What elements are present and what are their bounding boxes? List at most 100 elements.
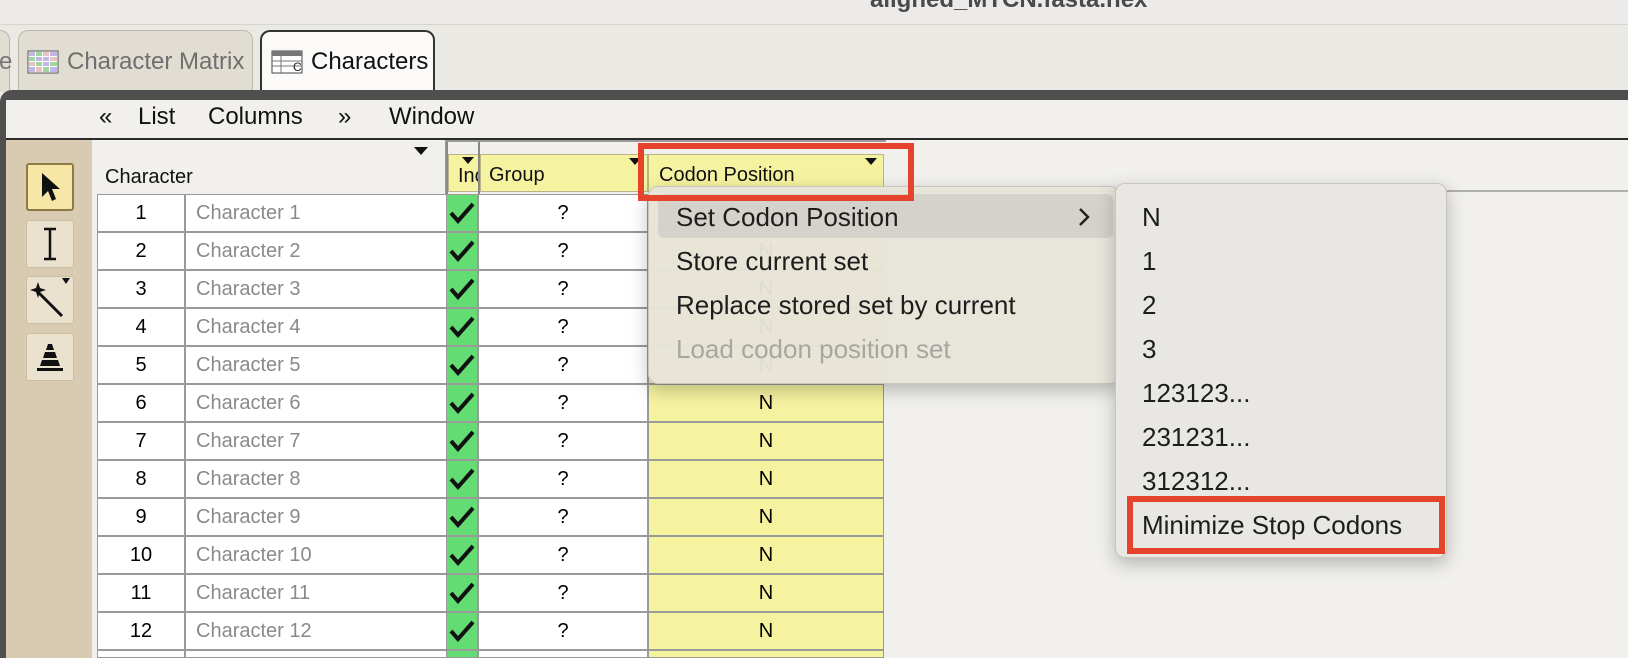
row-number[interactable]: 6 <box>97 384 185 422</box>
menu-next-arrow[interactable]: » <box>338 103 351 131</box>
included-checkbox[interactable] <box>446 498 478 536</box>
menu-item-replace-stored-set[interactable]: Replace stored set by current <box>676 290 1016 321</box>
included-checkbox[interactable] <box>446 574 478 612</box>
submenu-item-312312[interactable]: 312312... <box>1142 466 1250 497</box>
group-cell[interactable]: ? <box>478 422 648 460</box>
row-number[interactable]: 8 <box>97 460 185 498</box>
group-cell[interactable]: ? <box>478 194 648 232</box>
checkmark-icon <box>449 468 475 491</box>
row-number[interactable]: 11 <box>97 574 185 612</box>
group-cell[interactable]: ? <box>478 384 648 422</box>
dropdown-arrow-icon <box>462 157 474 164</box>
checkmark-icon <box>449 506 475 529</box>
checkmark-icon <box>449 544 475 567</box>
dropdown-arrow-icon <box>414 147 428 155</box>
included-checkbox[interactable] <box>446 308 478 346</box>
menu-prev-arrow[interactable]: « <box>99 103 112 131</box>
character-name-cell[interactable]: Character 10 <box>185 536 447 574</box>
character-name-cell[interactable]: Character 3 <box>185 270 447 308</box>
codon-position-cell[interactable]: N <box>648 574 884 612</box>
checkmark-icon <box>449 202 475 225</box>
character-name-cell[interactable]: Character 5 <box>185 346 447 384</box>
included-checkbox[interactable] <box>446 384 478 422</box>
submenu-item-123123[interactable]: 123123... <box>1142 378 1250 409</box>
tool-palette <box>6 140 92 658</box>
group-cell[interactable]: ? <box>478 460 648 498</box>
submenu-item-2[interactable]: 2 <box>1142 290 1156 321</box>
character-name-cell[interactable]: Character 1 <box>185 194 447 232</box>
group-cell[interactable]: ? <box>478 232 648 270</box>
group-cell[interactable]: ? <box>478 574 648 612</box>
character-name-cell[interactable]: Character 6 <box>185 384 447 422</box>
group-column-header[interactable]: Group <box>480 154 648 192</box>
character-column-header[interactable]: Character <box>97 140 446 194</box>
codon-position-cell[interactable]: N <box>648 460 884 498</box>
included-checkbox-partial <box>446 650 478 658</box>
checkmark-icon <box>449 582 475 605</box>
row-number[interactable]: 9 <box>97 498 185 536</box>
group-cell[interactable]: ? <box>478 536 648 574</box>
menu-list[interactable]: List <box>138 103 175 131</box>
group-cell[interactable]: ? <box>478 308 648 346</box>
grid-icon <box>27 50 59 73</box>
character-name-cell[interactable]: Character 4 <box>185 308 447 346</box>
row-number[interactable]: 5 <box>97 346 185 384</box>
character-name-cell[interactable]: Character 2 <box>185 232 447 270</box>
ibeam-tool-button[interactable] <box>26 220 74 268</box>
row-number[interactable]: 10 <box>97 536 185 574</box>
row-number[interactable]: 2 <box>97 232 185 270</box>
checkmark-icon <box>449 430 475 453</box>
row-number[interactable]: 1 <box>97 194 185 232</box>
arrow-cursor-icon <box>42 173 60 201</box>
magic-wand-tool-button[interactable] <box>26 276 74 324</box>
group-cell[interactable]: ? <box>478 346 648 384</box>
included-checkbox[interactable] <box>446 422 478 460</box>
checkmark-icon <box>449 278 475 301</box>
checkmark-icon <box>449 392 475 415</box>
character-name-cell[interactable]: Character 7 <box>185 422 447 460</box>
codon-position-cell[interactable]: N <box>648 498 884 536</box>
row-number[interactable]: 12 <box>97 612 185 650</box>
character-name-cell[interactable]: Character 9 <box>185 498 447 536</box>
menu-item-set-codon-position[interactable]: Set Codon Position <box>676 202 899 233</box>
row-number[interactable]: 4 <box>97 308 185 346</box>
text-cursor-icon <box>44 227 56 261</box>
codon-position-cell[interactable]: N <box>648 536 884 574</box>
header-top-rule <box>446 140 886 142</box>
menu-item-store-current-set[interactable]: Store current set <box>676 246 868 277</box>
character-name-cell[interactable]: Character 8 <box>185 460 447 498</box>
included-checkbox[interactable] <box>446 536 478 574</box>
codon-position-cell[interactable]: N <box>648 612 884 650</box>
svg-text:C: C <box>293 60 302 74</box>
checkmark-icon <box>449 240 475 263</box>
tab-character-matrix[interactable]: Character Matrix <box>18 30 253 92</box>
included-checkbox[interactable] <box>446 346 478 384</box>
menu-window[interactable]: Window <box>389 103 474 131</box>
tab-previous-partial[interactable]: e <box>0 30 12 92</box>
included-checkbox[interactable] <box>446 232 478 270</box>
included-checkbox[interactable] <box>446 270 478 308</box>
menu-columns[interactable]: Columns <box>208 103 303 131</box>
included-checkbox[interactable] <box>446 612 478 650</box>
group-cell[interactable]: ? <box>478 498 648 536</box>
codon-position-cell[interactable]: N <box>648 384 884 422</box>
submenu-item-n[interactable]: N <box>1142 202 1161 233</box>
row-number[interactable]: 7 <box>97 422 185 460</box>
row-number[interactable]: 3 <box>97 270 185 308</box>
stack-tool-button[interactable] <box>26 333 74 381</box>
character-name-cell[interactable]: Character 12 <box>185 612 447 650</box>
included-checkbox[interactable] <box>446 460 478 498</box>
submenu-item-3[interactable]: 3 <box>1142 334 1156 365</box>
arrow-tool-button[interactable] <box>26 163 74 211</box>
submenu-item-231231[interactable]: 231231... <box>1142 422 1250 453</box>
included-column-header[interactable]: Inc <box>446 140 480 194</box>
group-cell[interactable]: ? <box>478 612 648 650</box>
group-cell[interactable]: ? <box>478 270 648 308</box>
tab-characters[interactable]: C Characters <box>260 30 435 92</box>
row-number-partial <box>97 650 185 658</box>
included-checkbox[interactable] <box>446 194 478 232</box>
group-cell-partial <box>478 650 648 658</box>
submenu-item-1[interactable]: 1 <box>1142 246 1156 277</box>
codon-position-cell[interactable]: N <box>648 422 884 460</box>
character-name-cell[interactable]: Character 11 <box>185 574 447 612</box>
